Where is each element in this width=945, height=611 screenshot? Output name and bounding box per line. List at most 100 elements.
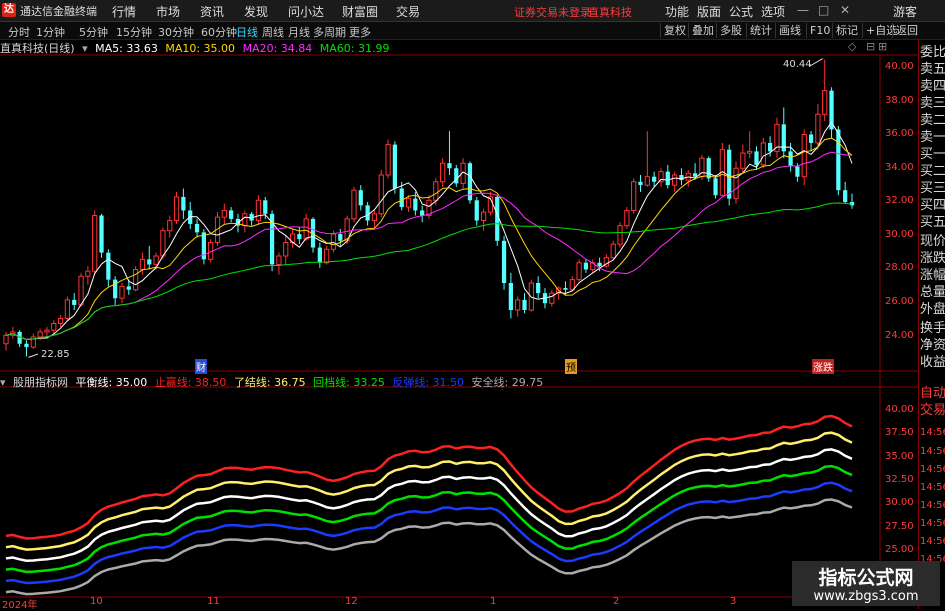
candle-body[interactable] xyxy=(106,252,111,280)
candle-body[interactable] xyxy=(399,188,404,208)
rp-sell2[interactable]: 卖二 xyxy=(920,112,945,129)
candle-body[interactable] xyxy=(576,262,582,281)
candle-body[interactable] xyxy=(378,174,384,215)
candle-body[interactable] xyxy=(221,209,227,218)
candle-body[interactable] xyxy=(405,198,412,208)
candle-body[interactable] xyxy=(801,134,807,178)
candle-body[interactable] xyxy=(24,343,29,348)
candle-body[interactable] xyxy=(358,190,363,206)
candle-body[interactable] xyxy=(638,181,643,186)
rp-buy3[interactable]: 买三 xyxy=(920,180,945,197)
rp-price[interactable]: 现价 xyxy=(920,233,945,250)
candle-body[interactable] xyxy=(808,134,814,143)
candle-body[interactable] xyxy=(569,279,575,291)
candle-body[interactable] xyxy=(679,175,684,181)
candle-body[interactable] xyxy=(713,178,718,196)
candle-body[interactable] xyxy=(617,225,623,245)
candle-body[interactable] xyxy=(815,113,821,144)
candle-body[interactable] xyxy=(508,283,513,310)
candle-body[interactable] xyxy=(242,213,248,227)
candle-body[interactable] xyxy=(173,196,180,222)
candle-body[interactable] xyxy=(671,174,678,186)
rp-buy2[interactable]: 买二 xyxy=(920,163,945,180)
candle-body[interactable] xyxy=(317,247,322,263)
rp-change[interactable]: 涨跌 xyxy=(920,250,945,267)
candle-body[interactable] xyxy=(85,270,91,277)
rp-volume[interactable]: 总量 xyxy=(920,284,945,301)
candle-body[interactable] xyxy=(139,258,146,270)
candle-body[interactable] xyxy=(447,163,452,169)
rp-turnover[interactable]: 换手 xyxy=(920,320,945,337)
rp-buy4[interactable]: 买四 xyxy=(920,197,945,214)
candle-body[interactable] xyxy=(119,285,125,299)
candle-body[interactable] xyxy=(652,176,657,182)
candle-body[interactable] xyxy=(413,198,418,211)
candle-body[interactable] xyxy=(3,334,9,345)
candle-body[interactable] xyxy=(727,149,732,199)
candle-body[interactable] xyxy=(188,210,193,224)
candle-body[interactable] xyxy=(480,211,487,222)
rp-sell1[interactable]: 卖一 xyxy=(920,129,945,146)
candle-body[interactable] xyxy=(760,142,766,166)
candle-body[interactable] xyxy=(665,171,670,186)
candle-body[interactable] xyxy=(194,223,200,233)
candle-body[interactable] xyxy=(385,144,391,176)
forecast-marker[interactable]: 预 xyxy=(565,359,577,374)
candle-body[interactable] xyxy=(330,233,337,250)
candle-body[interactable] xyxy=(536,283,541,294)
candle-body[interactable] xyxy=(644,176,650,186)
candle-body[interactable] xyxy=(263,200,268,214)
candle-body[interactable] xyxy=(733,167,739,200)
candle-body[interactable] xyxy=(515,299,521,311)
rp-trade[interactable]: 交易 xyxy=(920,402,945,419)
candle-body[interactable] xyxy=(610,243,616,259)
candle-body[interactable] xyxy=(624,209,630,227)
candle-body[interactable] xyxy=(549,292,555,304)
candle-body[interactable] xyxy=(365,205,370,221)
candle-body[interactable] xyxy=(303,218,309,240)
rp-weibi[interactable]: 委比 xyxy=(920,44,945,61)
candle-body[interactable] xyxy=(283,242,289,257)
candle-body[interactable] xyxy=(768,142,773,152)
candle-body[interactable] xyxy=(37,331,43,338)
candle-body[interactable] xyxy=(338,234,343,241)
candle-body[interactable] xyxy=(351,189,357,220)
candle-body[interactable] xyxy=(836,129,841,191)
candle-body[interactable] xyxy=(255,199,262,222)
rp-pct-change[interactable]: 涨幅 xyxy=(920,267,945,284)
chart-canvas[interactable] xyxy=(0,0,945,609)
candle-body[interactable] xyxy=(420,210,425,216)
candle-body[interactable] xyxy=(631,181,637,211)
rp-outer-vol[interactable]: 外盘 xyxy=(920,301,945,318)
candle-body[interactable] xyxy=(501,240,507,283)
rp-sell5[interactable]: 卖五 xyxy=(920,61,945,78)
rp-net-assets[interactable]: 净资 xyxy=(920,337,945,354)
rp-buy5[interactable]: 买五 xyxy=(920,214,945,231)
candle-body[interactable] xyxy=(392,144,398,189)
candle-body[interactable] xyxy=(324,248,330,264)
rp-auto[interactable]: 自动 xyxy=(920,385,945,402)
candle-body[interactable] xyxy=(147,259,152,265)
candle-body[interactable] xyxy=(181,196,186,211)
candle-body[interactable] xyxy=(92,215,98,272)
candle-body[interactable] xyxy=(229,210,234,219)
candle-body[interactable] xyxy=(440,162,446,183)
candle-body[interactable] xyxy=(754,151,759,165)
candle-body[interactable] xyxy=(433,181,439,201)
candle-body[interactable] xyxy=(563,288,568,290)
candle-body[interactable] xyxy=(72,299,77,305)
candle-body[interactable] xyxy=(740,152,746,169)
candle-body[interactable] xyxy=(843,190,848,202)
finance-marker[interactable]: 财 xyxy=(195,359,207,374)
candle-body[interactable] xyxy=(113,279,118,299)
candle-body[interactable] xyxy=(583,262,589,270)
candle-body[interactable] xyxy=(44,329,50,333)
candle-body[interactable] xyxy=(692,173,698,177)
rp-buy1[interactable]: 买一 xyxy=(920,146,945,163)
candle-body[interactable] xyxy=(167,220,173,232)
candle-body[interactable] xyxy=(597,262,602,267)
candle-body[interactable] xyxy=(133,269,139,291)
rp-earnings[interactable]: 收益 xyxy=(920,354,945,371)
candle-body[interactable] xyxy=(658,171,664,183)
candle-body[interactable] xyxy=(126,286,131,290)
